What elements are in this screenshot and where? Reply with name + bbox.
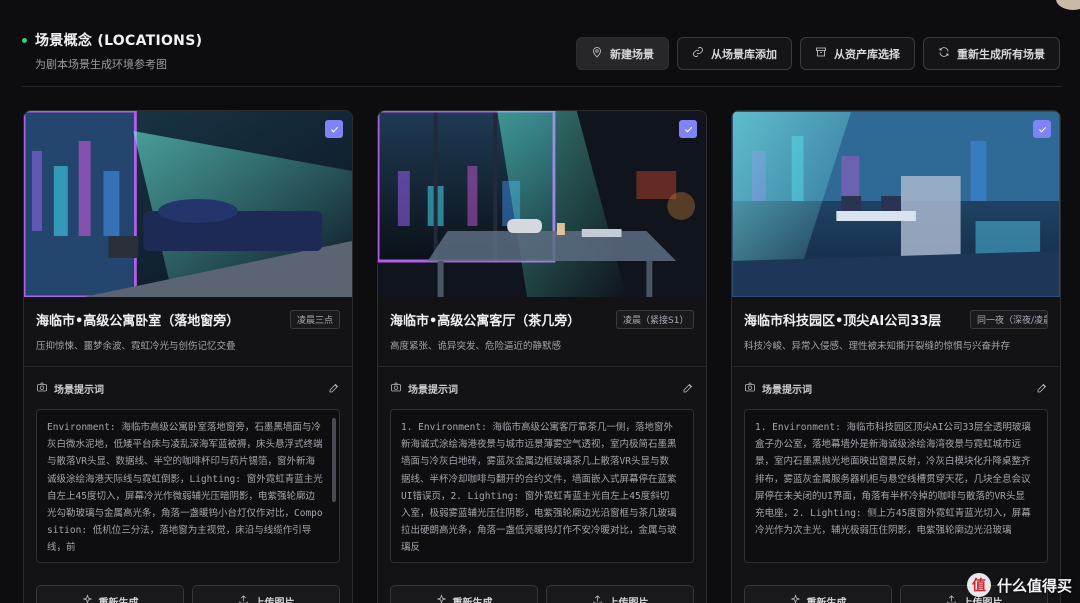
scene-card[interactable]: 海临市•高级公寓卧室（落地窗旁） 凌晨三点 压抑惊悚、噩梦余波、霓虹冷光与创伤记… bbox=[23, 110, 353, 603]
add-from-library-button[interactable]: 从场景库添加 bbox=[677, 37, 792, 70]
prompt-label: 场景提示词 bbox=[36, 381, 104, 396]
time-badge: 凌晨三点 bbox=[289, 310, 340, 329]
scene-card[interactable]: 海临市•高级公寓客厅（茶几旁） 凌晨（紧接S1） 高度紧张、诡异突发、危险逼近的… bbox=[377, 110, 707, 603]
scrollbar[interactable] bbox=[332, 418, 336, 502]
scene-image-bedroom[interactable] bbox=[24, 111, 352, 297]
watermark-text: 什么值得买 bbox=[996, 576, 1072, 595]
prompt-text: Environment: 海临市高级公寓卧室落地窗旁，石墨黑墙面与冷灰白微水泥地… bbox=[47, 422, 323, 554]
prompt-textarea[interactable]: Environment: 海临市高级公寓卧室落地窗旁，石墨黑墙面与冷灰白微水泥地… bbox=[36, 409, 340, 563]
card-title: 海临市科技园区•顶尖AI公司33层 bbox=[744, 314, 942, 329]
select-checkbox[interactable] bbox=[679, 120, 697, 138]
card-title: 海临市•高级公寓卧室（落地窗旁） bbox=[36, 314, 240, 329]
card-divider bbox=[24, 366, 352, 367]
check-icon bbox=[330, 126, 338, 133]
regenerate-button[interactable]: 重新生成 bbox=[390, 585, 538, 603]
upload-icon bbox=[592, 594, 603, 603]
card-divider bbox=[378, 366, 706, 367]
select-checkbox[interactable] bbox=[1033, 120, 1051, 138]
link-icon bbox=[692, 46, 704, 61]
time-badge: 同一夜（深夜/凌晨 bbox=[970, 310, 1048, 329]
edit-icon[interactable] bbox=[682, 379, 694, 398]
sparkle-icon bbox=[436, 594, 447, 603]
upload-icon bbox=[238, 594, 249, 603]
toolbar: 新建场景 从场景库添加 从资产库选择 重新生成所有场景 bbox=[576, 37, 1060, 70]
check-icon bbox=[1038, 126, 1046, 133]
card-description: 科技冷峻、异常入侵感、理性被未知撕开裂缝的惊惧与兴奋并存 bbox=[744, 341, 1011, 352]
watermark-logo: 值 bbox=[966, 573, 991, 597]
prompt-label: 场景提示词 bbox=[744, 381, 812, 396]
sparkle-icon bbox=[790, 594, 801, 603]
prompt-textarea[interactable]: 1. Environment: 海临市科技园区顶尖AI公司33层全透明玻璃盒子办… bbox=[744, 409, 1048, 563]
status-dot bbox=[22, 37, 27, 43]
card-description: 压抑惊悚、噩梦余波、霓虹冷光与创伤记忆交叠 bbox=[36, 341, 236, 352]
upload-image-button[interactable]: 上传图片 bbox=[192, 585, 340, 603]
check-icon bbox=[684, 126, 692, 133]
prompt-text: 1. Environment: 海临市高级公寓客厅靠茶几一侧，落地窗外新海诚式涂… bbox=[401, 422, 677, 554]
scene-card[interactable]: 海临市科技园区•顶尖AI公司33层 同一夜（深夜/凌晨 科技冷峻、异常入侵感、理… bbox=[731, 110, 1061, 603]
header-divider bbox=[22, 86, 1062, 87]
card-description: 高度紧张、诡异突发、危险逼近的静默感 bbox=[390, 341, 562, 352]
scene-image-office[interactable] bbox=[732, 111, 1060, 297]
prompt-textarea[interactable]: 1. Environment: 海临市高级公寓客厅靠茶几一侧，落地窗外新海诚式涂… bbox=[390, 409, 694, 563]
time-badge: 凌晨（紧接S1） bbox=[616, 310, 694, 329]
regenerate-button[interactable]: 重新生成 bbox=[36, 585, 184, 603]
edit-icon[interactable] bbox=[1036, 379, 1048, 398]
watermark: 值 什么值得买 bbox=[966, 573, 1072, 597]
camera-icon bbox=[390, 381, 402, 396]
card-divider bbox=[732, 366, 1060, 367]
regenerate-button[interactable]: 重新生成 bbox=[744, 585, 892, 603]
map-pin-icon bbox=[591, 46, 603, 61]
camera-icon bbox=[744, 381, 756, 396]
new-scene-button[interactable]: 新建场景 bbox=[576, 37, 669, 70]
sparkle-icon bbox=[82, 594, 93, 603]
select-from-assets-button[interactable]: 从资产库选择 bbox=[800, 37, 915, 70]
select-checkbox[interactable] bbox=[325, 120, 343, 138]
prompt-text: 1. Environment: 海临市科技园区顶尖AI公司33层全透明玻璃盒子办… bbox=[755, 422, 1031, 537]
camera-icon bbox=[36, 381, 48, 396]
edit-icon[interactable] bbox=[328, 379, 340, 398]
scene-image-living-room[interactable] bbox=[378, 111, 706, 297]
upload-icon bbox=[946, 594, 957, 603]
scene-card-list: 海临市•高级公寓卧室（落地窗旁） 凌晨三点 压抑惊悚、噩梦余波、霓虹冷光与创伤记… bbox=[23, 110, 1061, 603]
page-title: 场景概念 (LOCATIONS) bbox=[35, 33, 203, 49]
card-title: 海临市•高级公寓客厅（茶几旁） bbox=[390, 314, 581, 329]
refresh-icon bbox=[938, 46, 950, 61]
prompt-label: 场景提示词 bbox=[390, 381, 458, 396]
avatar[interactable] bbox=[1056, 0, 1080, 10]
archive-icon bbox=[815, 46, 827, 61]
upload-image-button[interactable]: 上传图片 bbox=[546, 585, 694, 603]
regenerate-all-button[interactable]: 重新生成所有场景 bbox=[923, 37, 1060, 70]
